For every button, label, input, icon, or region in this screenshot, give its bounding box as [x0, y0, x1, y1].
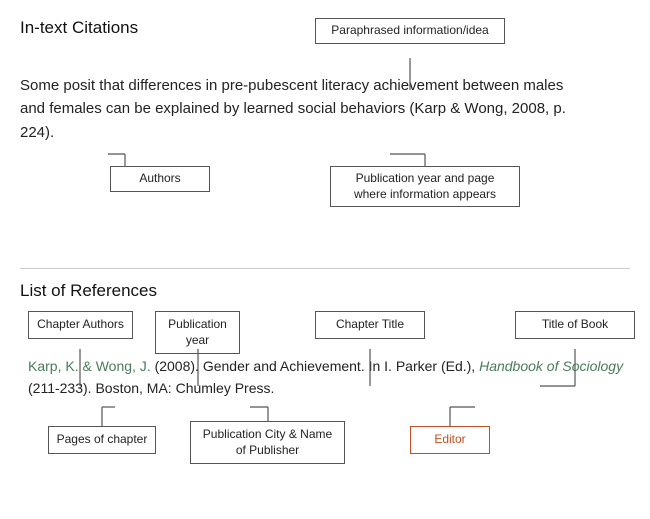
ref-end: (211-233). Boston, MA: Chumley Press.	[28, 380, 274, 396]
divider	[20, 268, 630, 269]
ref-middle: (2008). Gender and Achievement. In I. Pa…	[151, 358, 479, 374]
pages-annotation: Pages of chapter	[48, 426, 156, 454]
refs-title: List of References	[20, 281, 630, 301]
intext-body-text: Some posit that differences in pre-pubes…	[20, 74, 580, 144]
ref-authors: Karp, K. & Wong, J.	[28, 358, 151, 374]
paraphrased-annotation: Paraphrased information/idea	[315, 18, 505, 44]
pub-year-annotation: Publication year	[155, 311, 240, 354]
chapter-title-annotation: Chapter Title	[315, 311, 425, 339]
title-of-book-annotation: Title of Book	[515, 311, 635, 339]
refs-section: List of References Chapter Authors Publi…	[20, 281, 630, 501]
ref-book-title: Handbook of Sociology	[479, 358, 623, 374]
pub-city-annotation: Publication City & Name of Publisher	[190, 421, 345, 464]
editor-annotation: Editor	[410, 426, 490, 454]
authors-annotation: Authors	[110, 166, 210, 192]
chapter-authors-annotation: Chapter Authors	[28, 311, 133, 339]
intext-section: In-text Citations Paraphrased informatio…	[20, 18, 630, 238]
ref-text: Karp, K. & Wong, J. (2008). Gender and A…	[28, 356, 630, 399]
pub-year-page-annotation: Publication year and page where informat…	[330, 166, 520, 207]
